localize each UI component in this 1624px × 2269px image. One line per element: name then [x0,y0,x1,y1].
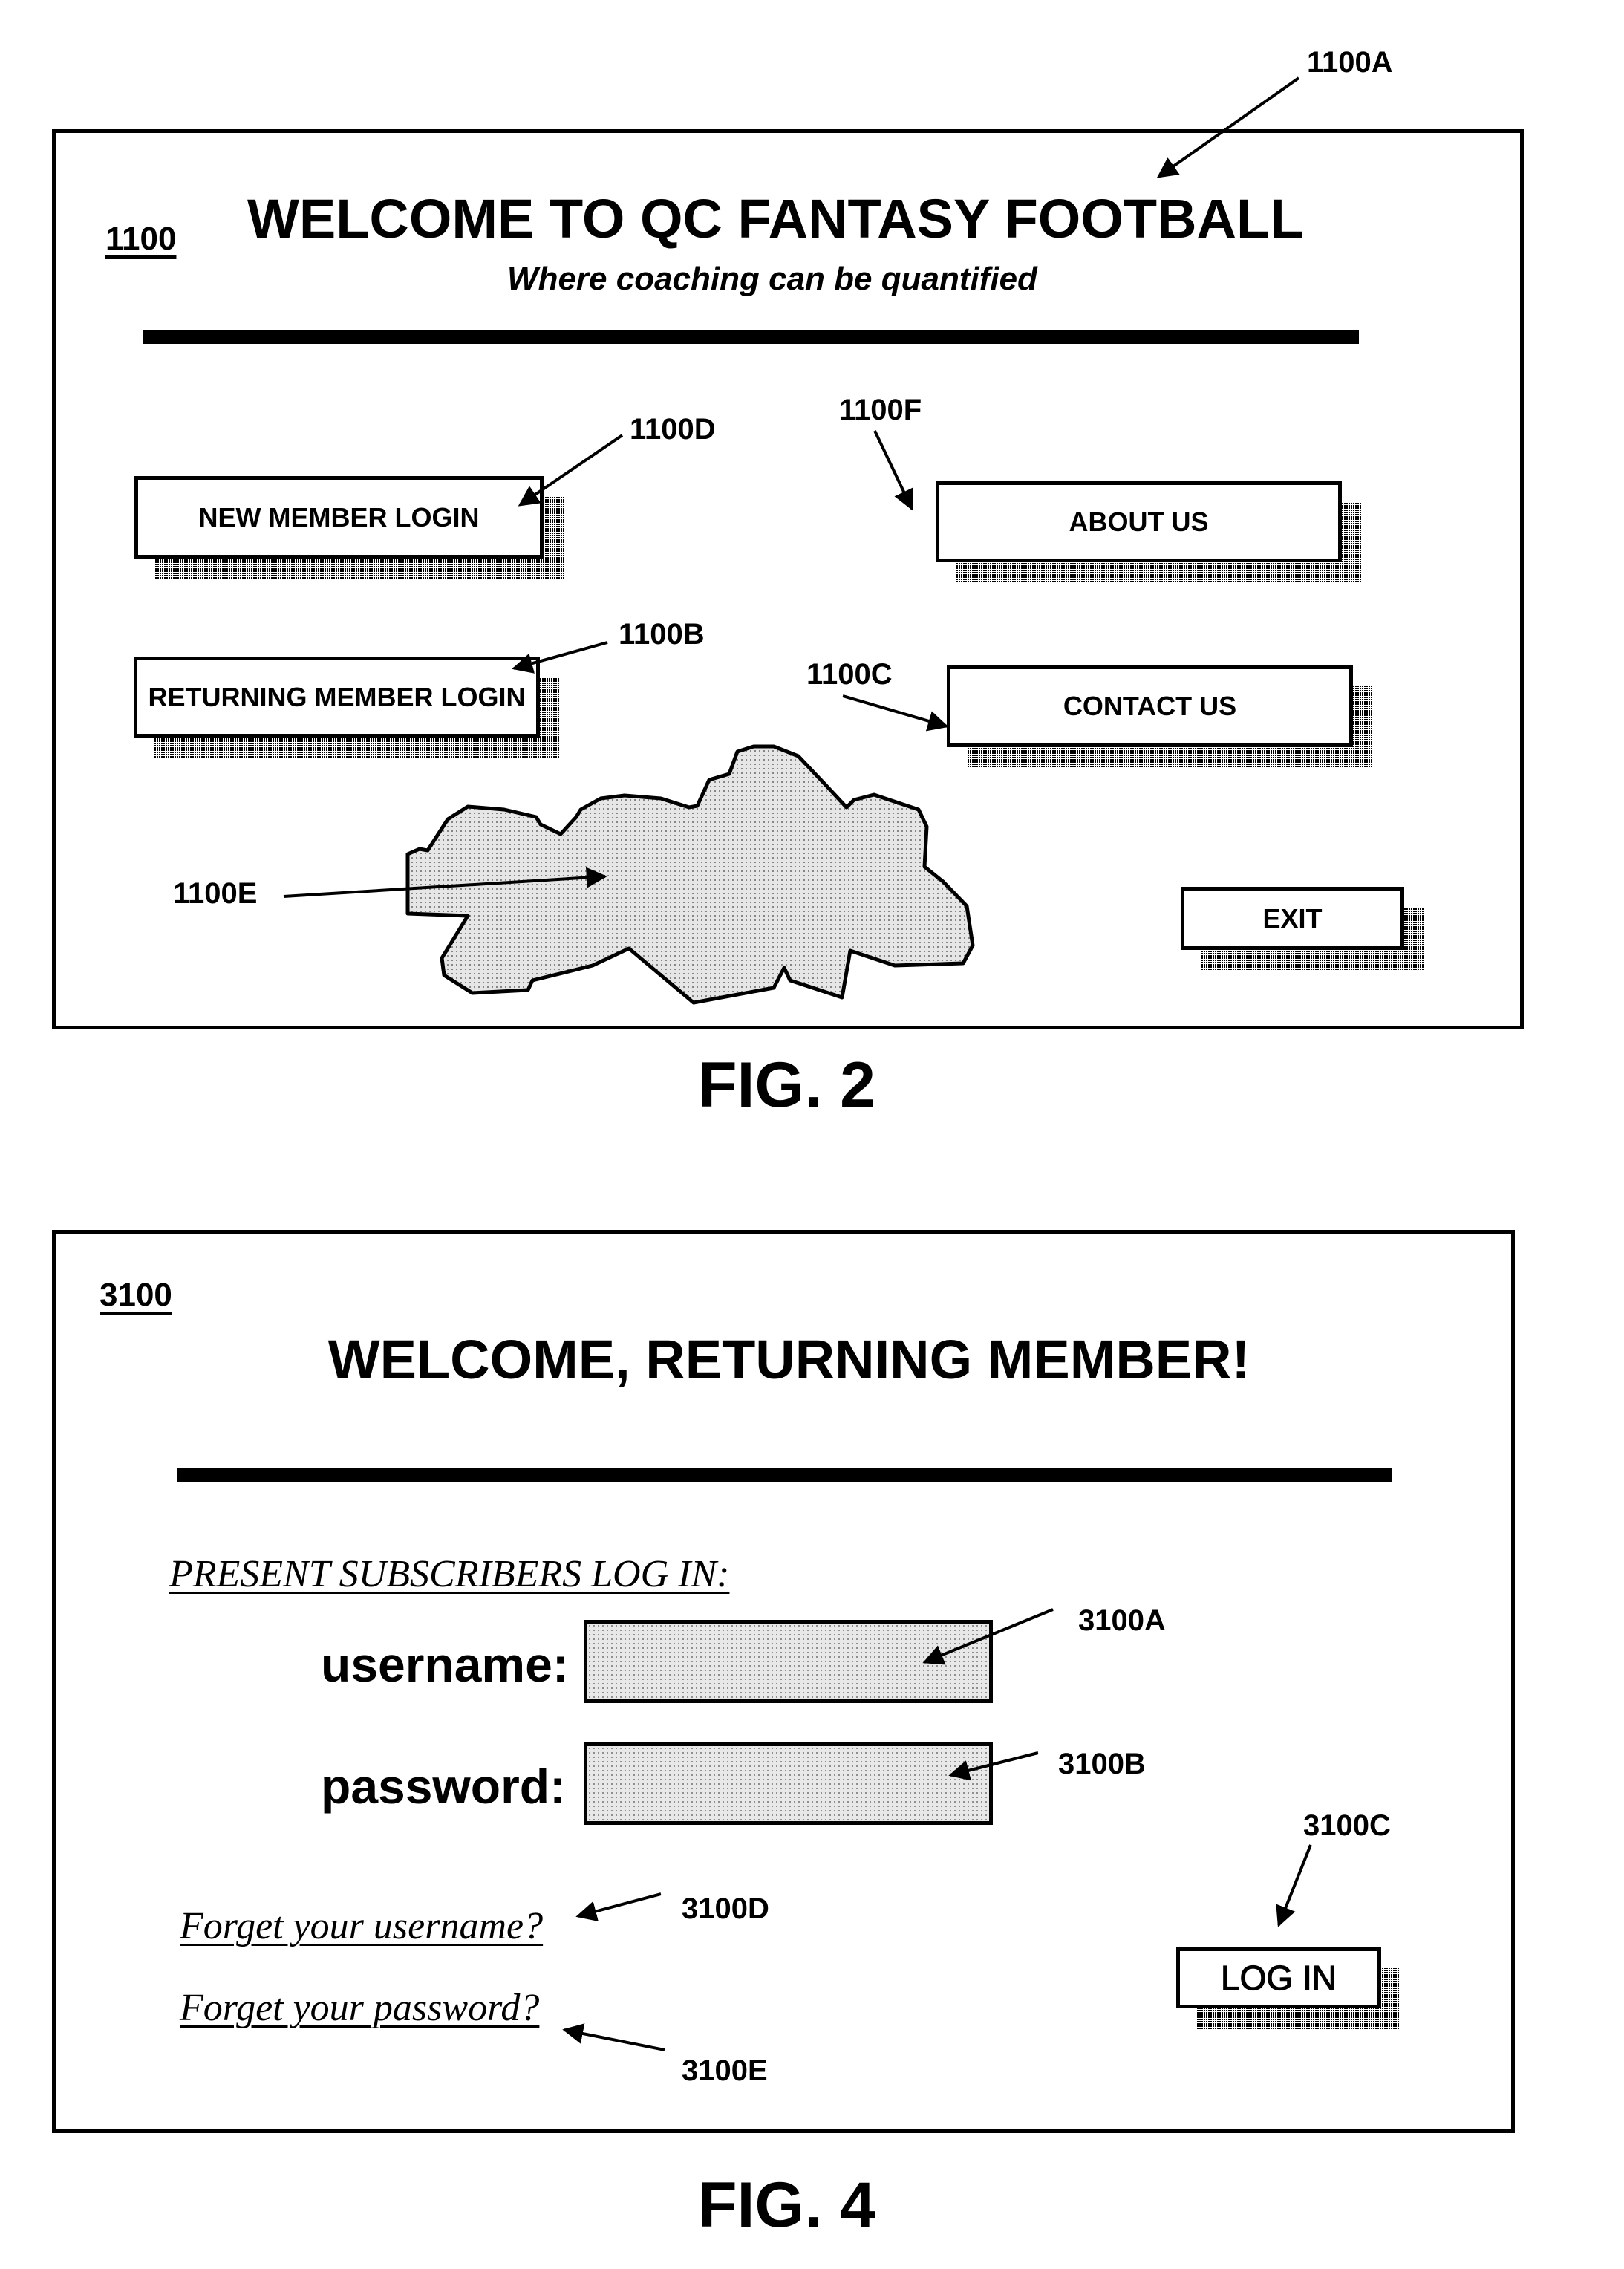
callout-1100E: 1100E [173,877,258,910]
forgot-username-link[interactable]: Forget your username? [180,1907,543,1946]
screen-ref-3100: 3100 [100,1277,172,1313]
exit-button[interactable]: EXIT [1181,887,1404,950]
login-button-group: LOG IN [1176,1947,1400,2029]
screen-ref-1100: 1100 [105,221,177,257]
figure-2-caption: FIG. 2 [698,1049,875,1121]
login-button[interactable]: LOG IN [1176,1947,1381,2008]
figure-4-caption: FIG. 4 [698,2169,875,2241]
contact-us-button[interactable]: CONTACT US [947,665,1353,747]
password-label: password: [321,1759,567,1814]
password-input[interactable] [584,1742,993,1825]
returning-member-title: WELCOME, RETURNING MEMBER! [327,1329,1250,1390]
callout-1100D: 1100D [630,413,716,446]
present-subscribers-heading: PRESENT SUBSCRIBERS LOG IN: [169,1553,730,1595]
title-divider [143,330,1359,344]
callout-3100E: 3100E [682,2054,768,2087]
callout-3100B: 3100B [1058,1748,1146,1780]
about-us-button-group: ABOUT US [936,481,1362,582]
callout-1100A: 1100A [1307,46,1393,79]
welcome-subtitle: Where coaching can be quantified [507,261,1037,297]
returning-member-login-button-group: RETURNING MEMBER LOGIN [134,657,560,758]
callout-1100F: 1100F [839,394,922,426]
callout-3100C: 3100C [1303,1809,1391,1842]
forgot-password-link[interactable]: Forget your password? [180,1989,539,2028]
username-input[interactable] [584,1620,993,1703]
exit-button-group: EXIT [1181,887,1424,970]
new-member-login-button-group: NEW MEMBER LOGIN [134,476,564,579]
username-label: username: [321,1637,569,1692]
about-us-button[interactable]: ABOUT US [936,481,1342,562]
title-divider-2 [177,1468,1392,1482]
welcome-title: WELCOME TO QC FANTASY FOOTBALL [247,188,1304,250]
callout-1100C: 1100C [806,658,893,691]
callout-1100B: 1100B [619,618,705,651]
contact-us-button-group: CONTACT US [947,665,1373,767]
new-member-login-button[interactable]: NEW MEMBER LOGIN [134,476,544,559]
callout-3100D: 3100D [682,1892,769,1925]
callout-3100A: 3100A [1078,1604,1166,1637]
returning-member-login-button[interactable]: RETURNING MEMBER LOGIN [134,657,540,738]
